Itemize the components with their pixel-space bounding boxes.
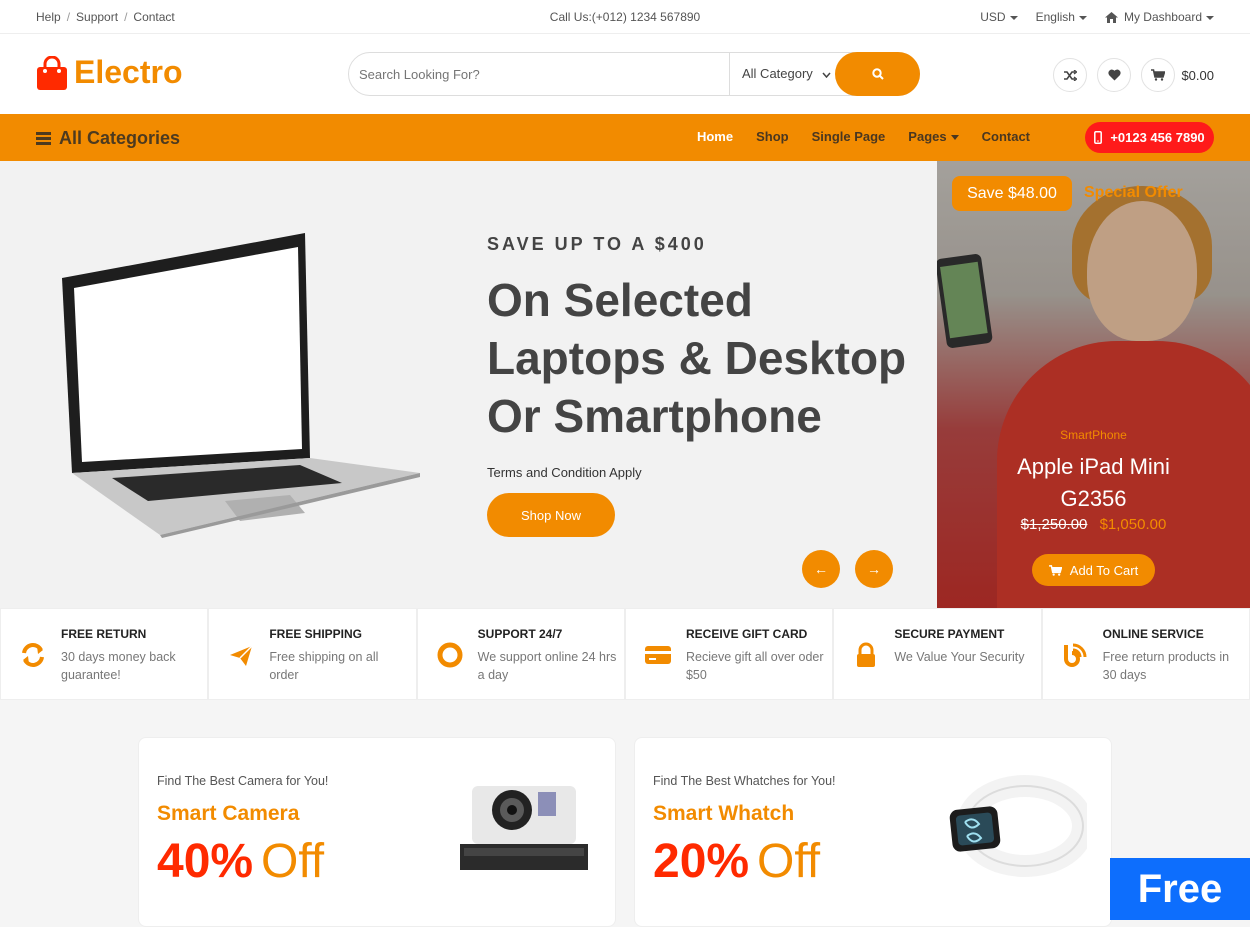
feature-desc: We support online 24 hrs a day bbox=[477, 650, 617, 682]
save-badge: Save $48.00 bbox=[952, 176, 1072, 211]
promo-product-name[interactable]: Apple iPad Mini G2356 bbox=[997, 451, 1190, 515]
card-discount: 40% bbox=[157, 835, 254, 888]
cart-icon bbox=[1048, 564, 1062, 576]
promo-card-camera[interactable]: Find The Best Camera for You! Smart Came… bbox=[138, 737, 616, 927]
feature-item: SECURE PAYMENT We Value Your Security bbox=[833, 608, 1042, 700]
nav-home[interactable]: Home bbox=[697, 129, 733, 144]
add-to-cart-button[interactable]: Add To Cart bbox=[1032, 554, 1155, 586]
card-title: Smart Camera bbox=[157, 802, 300, 825]
currency-dropdown[interactable]: USD bbox=[980, 10, 1017, 24]
category-label: All Category bbox=[742, 66, 813, 81]
card-subtitle: Find The Best Whatches for You! bbox=[653, 774, 836, 788]
smartwatch-image bbox=[949, 775, 1087, 877]
feature-item: RECEIVE GIFT CARD Recieve gift all over … bbox=[624, 608, 834, 700]
feature-title: SECURE PAYMENT bbox=[894, 627, 1005, 641]
feature-desc: We Value Your Security bbox=[894, 650, 1025, 664]
promo-category[interactable]: SmartPhone bbox=[937, 428, 1250, 442]
phone-button[interactable]: +0123 456 7890 bbox=[1085, 122, 1214, 153]
hero-kicker: SAVE UP TO A $400 bbox=[487, 234, 707, 254]
feature-desc: Recieve gift all over oder $50 bbox=[685, 650, 824, 682]
nav-pages[interactable]: Pages bbox=[908, 129, 958, 144]
all-categories-button[interactable]: All Categories bbox=[36, 128, 180, 149]
main-nav: All Categories Home Shop Single Page Pag… bbox=[0, 114, 1250, 161]
promo-banner: Save $48.00 Special Offer SmartPhone App… bbox=[937, 161, 1250, 608]
paper-plane-icon bbox=[230, 645, 253, 666]
cart-icon bbox=[1151, 69, 1166, 81]
top-bar: Help / Support / Contact Call Us:(+012) … bbox=[0, 0, 1250, 34]
promo-card-watch[interactable]: Find The Best Whatches for You! Smart Wh… bbox=[634, 737, 1112, 927]
old-price: $1,250.00 bbox=[1020, 516, 1088, 533]
free-badge: Free bbox=[1110, 858, 1250, 920]
hero-title-line: On Selected bbox=[487, 274, 753, 326]
chevron-down-icon bbox=[822, 72, 832, 79]
card-subtitle: Find The Best Camera for You! bbox=[157, 774, 329, 788]
feature-desc: Free return products in 30 days bbox=[1102, 650, 1230, 682]
lock-icon bbox=[857, 642, 876, 667]
credit-card-icon bbox=[644, 646, 671, 664]
blog-icon bbox=[1063, 643, 1087, 667]
wishlist-button[interactable] bbox=[1097, 58, 1132, 92]
card-title: Smart Whatch bbox=[653, 802, 795, 825]
feature-title: FREE RETURN bbox=[61, 627, 147, 641]
logo[interactable]: Electro bbox=[36, 54, 182, 91]
nav-contact[interactable]: Contact bbox=[982, 129, 1030, 144]
promo-prices: $1,250.00 $1,050.00 bbox=[937, 516, 1250, 533]
camera-image bbox=[460, 786, 588, 870]
promo-overlay bbox=[937, 161, 1250, 608]
feature-item: FREE RETURN 30 days money back guarantee… bbox=[0, 608, 209, 700]
card-discount: 20% bbox=[653, 835, 750, 888]
phone-number: +0123 456 7890 bbox=[1110, 130, 1205, 145]
dashboard-dropdown[interactable]: My Dashboard bbox=[1104, 10, 1214, 24]
laptop-image bbox=[62, 233, 420, 538]
home-icon bbox=[1104, 11, 1118, 23]
compare-button[interactable] bbox=[1053, 58, 1088, 92]
new-price: $1,050.00 bbox=[1099, 516, 1167, 533]
refresh-icon bbox=[22, 643, 44, 667]
feature-title: SUPPORT 24/7 bbox=[477, 627, 563, 641]
search-input[interactable] bbox=[349, 53, 729, 95]
shop-now-button[interactable]: Shop Now bbox=[487, 493, 615, 537]
add-to-cart-label: Add To Cart bbox=[1069, 562, 1139, 578]
feature-item: ONLINE SERVICE Free return products in 3… bbox=[1041, 608, 1250, 700]
next-arrow-button[interactable]: → bbox=[855, 550, 893, 588]
search-bar: All Category bbox=[348, 52, 920, 96]
nav-single-page[interactable]: Single Page bbox=[812, 129, 886, 144]
terms-text: Terms and Condition Apply bbox=[487, 465, 642, 480]
card-off: Off bbox=[261, 835, 325, 888]
hero-title-line: Laptops & Desktop bbox=[487, 332, 907, 384]
category-select[interactable]: All Category bbox=[729, 53, 835, 95]
hero-title: On Selected Laptops & Desktop Or Smartph… bbox=[487, 271, 927, 445]
brand-name: Electro bbox=[74, 54, 183, 90]
language-dropdown[interactable]: English bbox=[1036, 10, 1087, 24]
hero-title-line: Or Smartphone bbox=[487, 390, 822, 442]
nav-shop[interactable]: Shop bbox=[756, 129, 789, 144]
feature-item: FREE SHIPPING Free shipping on all order bbox=[208, 608, 417, 700]
search-icon bbox=[871, 68, 884, 80]
card-off: Off bbox=[757, 835, 821, 888]
feature-title: RECEIVE GIFT CARD bbox=[685, 627, 808, 641]
feature-desc: 30 days money back guarantee! bbox=[61, 650, 176, 682]
prev-arrow-button[interactable]: ← bbox=[802, 550, 840, 588]
search-button[interactable] bbox=[835, 52, 920, 96]
shopping-bag-icon bbox=[37, 55, 67, 90]
feature-title: ONLINE SERVICE bbox=[1102, 627, 1204, 641]
mobile-icon bbox=[1094, 131, 1103, 144]
all-categories-label: All Categories bbox=[59, 128, 181, 148]
cart-button[interactable] bbox=[1141, 58, 1176, 92]
feature-title: FREE SHIPPING bbox=[269, 627, 363, 641]
feature-desc: Free shipping on all order bbox=[269, 650, 379, 682]
feature-item: SUPPORT 24/7 We support online 24 hrs a … bbox=[416, 608, 625, 700]
hero-slider: SAVE UP TO A $400 On Selected Laptops & … bbox=[0, 161, 937, 608]
life-ring-icon bbox=[437, 642, 463, 668]
header: Electro All Category $0.00 bbox=[0, 34, 1250, 114]
menu-icon bbox=[36, 132, 51, 145]
shuffle-icon bbox=[1063, 69, 1077, 81]
dashboard-label: My Dashboard bbox=[1124, 10, 1214, 24]
cart-total[interactable]: $0.00 bbox=[1181, 68, 1214, 83]
special-offer-label: Special Offer bbox=[1084, 184, 1183, 201]
features-row: FREE RETURN 30 days money back guarantee… bbox=[0, 608, 1250, 700]
heart-icon bbox=[1108, 69, 1121, 81]
